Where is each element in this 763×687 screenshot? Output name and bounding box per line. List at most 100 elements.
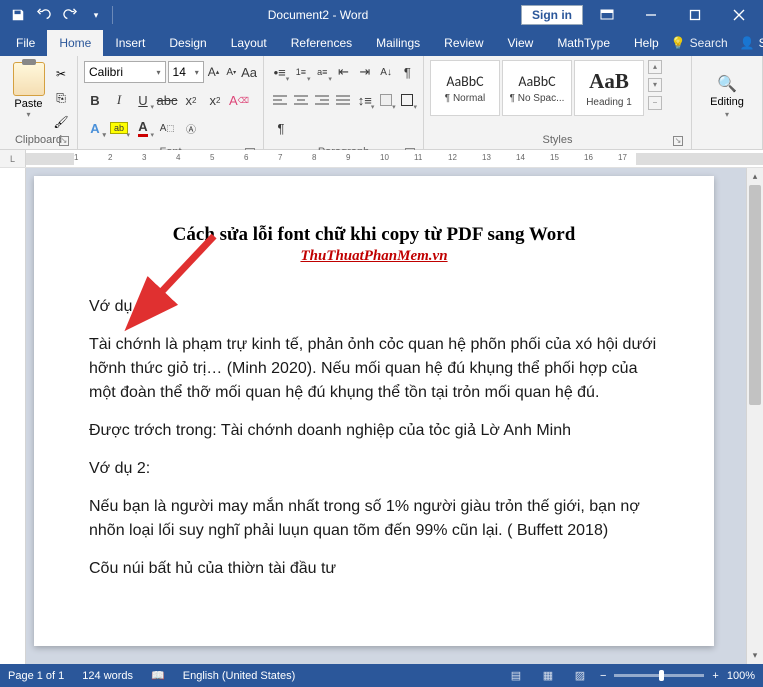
tab-view[interactable]: View <box>496 30 546 56</box>
superscript-button[interactable]: x2 <box>204 89 226 111</box>
style-normal[interactable]: AaBbC ¶ Normal <box>430 60 500 116</box>
align-right-icon[interactable] <box>313 89 332 111</box>
decrease-indent-icon[interactable]: ⇤ <box>334 61 353 83</box>
change-case-icon[interactable]: Aa <box>241 61 257 83</box>
decrease-font-icon[interactable]: A▾ <box>223 61 239 83</box>
status-proofing-icon[interactable]: 📖 <box>151 669 165 682</box>
styles-row-down-icon[interactable]: ▾ <box>648 78 662 92</box>
ruler-corner: L <box>0 150 26 167</box>
group-styles-label: Styles <box>543 134 573 146</box>
style-heading1[interactable]: AaB Heading 1 <box>574 60 644 116</box>
strikethrough-button[interactable]: abc <box>156 89 178 111</box>
ruler-tick: 3 <box>142 153 146 162</box>
zoom-in-icon[interactable]: + <box>712 670 718 682</box>
tab-home[interactable]: Home <box>47 30 103 56</box>
close-icon[interactable] <box>719 0 759 30</box>
ruler-tick: 9 <box>346 153 350 162</box>
document-viewport[interactable]: Cách sửa lỗi font chữ khi copy từ PDF sa… <box>26 168 746 664</box>
vertical-ruler[interactable] <box>0 168 26 664</box>
vertical-scrollbar[interactable]: ▴ ▾ <box>746 168 763 664</box>
styles-row-up-icon[interactable]: ▴ <box>648 60 662 74</box>
increase-indent-icon[interactable]: ⇥ <box>355 61 374 83</box>
line-spacing-icon[interactable]: ↕≡ <box>355 89 374 111</box>
ruler-tick: 6 <box>244 153 248 162</box>
scroll-thumb[interactable] <box>749 185 761 405</box>
sort-icon[interactable]: A↓ <box>376 61 395 83</box>
document-body[interactable]: Vớ dụ 1: Tài chớnh là phạm trự kinh tế, … <box>89 295 659 581</box>
character-shading-icon[interactable]: A⬚ <box>156 117 178 139</box>
save-icon[interactable] <box>6 3 30 27</box>
app-name: Word <box>340 8 368 22</box>
shading-icon[interactable] <box>376 89 395 111</box>
horizontal-ruler[interactable]: 1234567891011121314151617 <box>26 150 763 167</box>
bold-button[interactable]: B <box>84 89 106 111</box>
cut-icon[interactable]: ✂ <box>51 64 71 84</box>
numbering-icon[interactable]: 1≡ <box>291 61 310 83</box>
clear-format-icon[interactable]: A⌫ <box>228 89 250 111</box>
ruler-tick: 5 <box>210 153 214 162</box>
document-subtitle: ThuThuatPhanMem.vn <box>89 248 659 265</box>
zoom-slider[interactable] <box>614 674 704 677</box>
tab-design[interactable]: Design <box>157 30 218 56</box>
status-page[interactable]: Page 1 of 1 <box>8 670 64 682</box>
zoom-out-icon[interactable]: − <box>600 670 606 682</box>
borders-icon[interactable] <box>398 89 417 111</box>
align-left-icon[interactable] <box>270 89 289 111</box>
paste-dropdown-icon[interactable]: ▾ <box>26 110 30 119</box>
justify-icon[interactable] <box>334 89 353 111</box>
styles-dialog-icon[interactable]: ↘ <box>673 136 683 146</box>
clipboard-dialog-icon[interactable]: ↘ <box>59 136 69 146</box>
font-size-select[interactable]: 14▾ <box>168 61 204 83</box>
show-marks-icon[interactable]: ¶ <box>398 61 417 83</box>
copy-icon[interactable]: ⎘ <box>51 88 71 108</box>
increase-font-icon[interactable]: A▴ <box>206 61 222 83</box>
minimize-icon[interactable] <box>631 0 671 30</box>
print-layout-icon[interactable]: ▦ <box>536 667 560 685</box>
tell-me-search[interactable]: 💡 Search <box>671 36 728 50</box>
tab-mathtype[interactable]: MathType <box>545 30 622 56</box>
bullets-icon[interactable]: •≡ <box>270 61 289 83</box>
undo-icon[interactable] <box>32 3 56 27</box>
align-center-icon[interactable] <box>291 89 310 111</box>
tab-review[interactable]: Review <box>432 30 495 56</box>
text-effects-icon[interactable]: A <box>84 117 106 139</box>
tab-help[interactable]: Help <box>622 30 671 56</box>
tab-references[interactable]: References <box>279 30 364 56</box>
ruler-tick: 12 <box>448 153 457 162</box>
subscript-button[interactable]: x2 <box>180 89 202 111</box>
share-button[interactable]: 👤 Share <box>740 36 763 50</box>
underline-button[interactable]: U <box>132 89 154 111</box>
ruler-tick: 16 <box>584 153 593 162</box>
enclose-characters-icon[interactable]: Ⓐ <box>180 117 202 139</box>
web-layout-icon[interactable]: ▨ <box>568 667 592 685</box>
tab-file[interactable]: File <box>4 30 47 56</box>
font-name-select[interactable]: Calibri▾ <box>84 61 166 83</box>
font-color-icon[interactable]: A <box>132 117 154 139</box>
paste-icon[interactable] <box>13 62 45 96</box>
zoom-level[interactable]: 100% <box>727 670 755 682</box>
format-painter-icon[interactable]: 🖌 <box>51 112 71 132</box>
style-no-spacing[interactable]: AaBbC ¶ No Spac... <box>502 60 572 116</box>
status-language[interactable]: English (United States) <box>183 670 296 682</box>
italic-button[interactable]: I <box>108 89 130 111</box>
highlight-icon[interactable]: ab <box>108 117 130 139</box>
redo-icon[interactable] <box>58 3 82 27</box>
editing-menu[interactable]: 🔍 Editing ▾ <box>698 60 756 132</box>
tab-mailings[interactable]: Mailings <box>364 30 432 56</box>
maximize-icon[interactable] <box>675 0 715 30</box>
tab-insert[interactable]: Insert <box>103 30 157 56</box>
ruler-tick: 8 <box>312 153 316 162</box>
scroll-down-icon[interactable]: ▾ <box>747 647 763 664</box>
ruler-tick: 7 <box>278 153 282 162</box>
read-mode-icon[interactable]: ▤ <box>504 667 528 685</box>
paste-button[interactable]: Paste <box>14 98 42 110</box>
status-words[interactable]: 124 words <box>82 670 133 682</box>
para-marker-icon[interactable]: ¶ <box>270 117 292 139</box>
tab-layout[interactable]: Layout <box>219 30 279 56</box>
ribbon-display-icon[interactable] <box>587 0 627 30</box>
qat-customize-icon[interactable]: ▾ <box>84 3 108 27</box>
styles-more-icon[interactable]: ⎯ <box>648 96 662 110</box>
scroll-up-icon[interactable]: ▴ <box>747 168 763 185</box>
signin-button[interactable]: Sign in <box>521 5 583 25</box>
multilevel-list-icon[interactable]: a≡ <box>313 61 332 83</box>
